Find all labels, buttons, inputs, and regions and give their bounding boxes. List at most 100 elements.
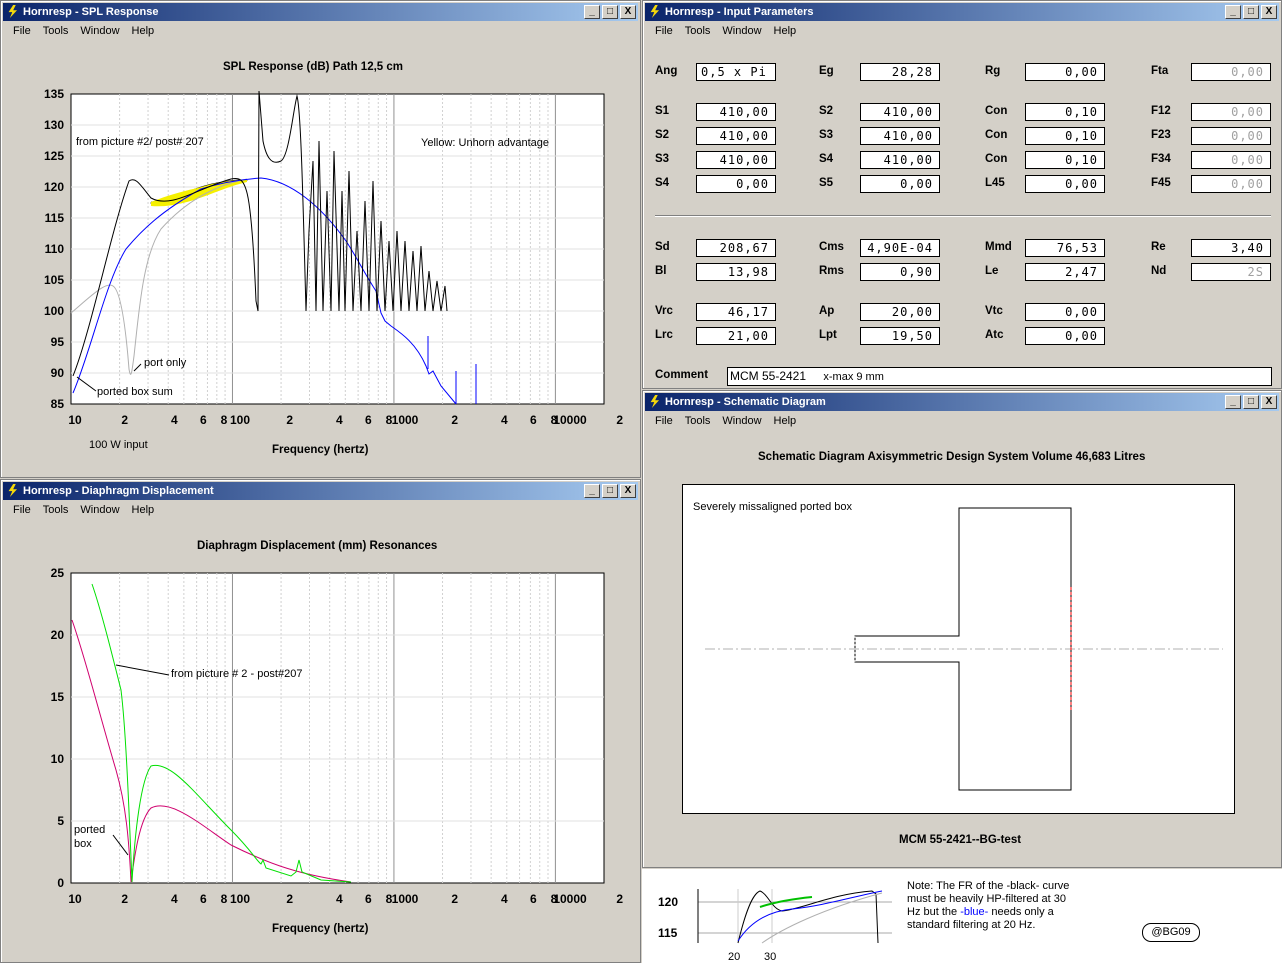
maximize-button[interactable]: □ (1243, 5, 1259, 19)
param-field-f45[interactable]: 0,00 (1191, 175, 1271, 193)
param-field-s3[interactable]: 410,00 (860, 127, 940, 145)
spl-response-window: Hornresp - SPL Response _ □ X File Tools Win… (0, 0, 641, 478)
param-field-l45[interactable]: 0,00 (1025, 175, 1105, 193)
param-field-s4[interactable]: 0,00 (696, 175, 776, 193)
maximize-button[interactable]: □ (1243, 395, 1259, 409)
param-label-f34: F34 (1151, 153, 1171, 165)
menu-tools[interactable]: Tools (37, 22, 75, 40)
annotation-box: box (74, 838, 92, 850)
close-button[interactable]: X (1261, 395, 1277, 409)
param-field-ap[interactable]: 20,00 (860, 303, 940, 321)
y-tick-label: 130 (44, 118, 64, 132)
menu-window[interactable]: Window (74, 22, 125, 40)
param-field-rms[interactable]: 0,90 (860, 263, 940, 281)
param-field-con[interactable]: 0,10 (1025, 103, 1105, 121)
minimize-button[interactable]: _ (1225, 395, 1241, 409)
param-field-vrc[interactable]: 46,17 (696, 303, 776, 321)
menu-file[interactable]: File (7, 22, 37, 40)
param-label-vrc: Vrc (655, 305, 673, 317)
annotation-picture: from picture # 2 - post#207 (171, 668, 303, 680)
minimize-button[interactable]: _ (584, 484, 600, 498)
param-label-mmd: Mmd (985, 241, 1012, 253)
param-field-s2[interactable]: 410,00 (860, 103, 940, 121)
menu-tools[interactable]: Tools (679, 412, 717, 430)
menu-file[interactable]: File (649, 412, 679, 430)
param-field-f34[interactable]: 0,00 (1191, 151, 1271, 169)
menu-window[interactable]: Window (74, 501, 125, 519)
x-tick-label: 4 (501, 413, 508, 427)
menu-help[interactable]: Help (126, 22, 161, 40)
menubar: File Tools Window Help (3, 22, 638, 40)
menu-tools[interactable]: Tools (679, 22, 717, 40)
param-field-con[interactable]: 0,10 (1025, 127, 1105, 145)
param-field-re[interactable]: 3,40 (1191, 239, 1271, 257)
y-tick-label: 90 (51, 366, 65, 380)
schematic-footer: MCM 55-2421--BG-test (899, 834, 1022, 846)
maximize-button[interactable]: □ (602, 484, 618, 498)
close-button[interactable]: X (1261, 5, 1277, 19)
minimize-button[interactable]: _ (1225, 5, 1241, 19)
param-field-sd[interactable]: 208,67 (696, 239, 776, 257)
param-field-ang[interactable]: 0,5 x Pi (696, 63, 776, 81)
y-tick-label: 115 (45, 211, 65, 225)
x-tick-label: 10 (68, 413, 82, 427)
param-field-atc[interactable]: 0,00 (1025, 327, 1105, 345)
param-field-s1[interactable]: 410,00 (696, 103, 776, 121)
spl-titlebar[interactable]: Hornresp - SPL Response _ □ X (3, 3, 638, 21)
param-label-rg: Rg (985, 65, 1001, 77)
param-label-re: Re (1151, 241, 1166, 253)
param-field-s3[interactable]: 410,00 (696, 151, 776, 169)
param-field-cms[interactable]: 4,90E-04 (860, 239, 940, 257)
menu-help[interactable]: Help (126, 501, 161, 519)
maximize-button[interactable]: □ (602, 5, 618, 19)
schematic-titlebar[interactable]: Hornresp - Schematic Diagram _ □ X (645, 393, 1279, 411)
param-field-f12[interactable]: 0,00 (1191, 103, 1271, 121)
param-field-le[interactable]: 2,47 (1025, 263, 1105, 281)
param-field-rg[interactable]: 0,00 (1025, 63, 1105, 81)
menu-help[interactable]: Help (768, 412, 803, 430)
menu-file[interactable]: File (649, 22, 679, 40)
minimize-button[interactable]: _ (584, 5, 600, 19)
menubar: File Tools Window Help (645, 412, 1279, 430)
close-button[interactable]: X (620, 5, 636, 19)
y-tick-label: 125 (44, 149, 64, 163)
param-label-f23: F23 (1151, 129, 1171, 141)
close-button[interactable]: X (620, 484, 636, 498)
menu-file[interactable]: File (7, 501, 37, 519)
param-label-lrc: Lrc (655, 329, 673, 341)
x-tick-label: 6 (530, 413, 537, 427)
note-line-3: Hz but the -blue- needs only a (907, 906, 1069, 919)
param-field-vtc[interactable]: 0,00 (1025, 303, 1105, 321)
param-field-bl[interactable]: 13,98 (696, 263, 776, 281)
displacement-chart: 2520151050 10 2 4 6 8 100 2 4 6 8 1000 2 4 6 810000 2 (51, 566, 624, 906)
param-field-lpt[interactable]: 19,50 (860, 327, 940, 345)
param-field-f23[interactable]: 0,00 (1191, 127, 1271, 145)
menubar: File Tools Window Help (645, 22, 1279, 40)
x-tick-label: 2 (121, 892, 128, 906)
note-y-115: 115 (658, 926, 678, 940)
y-tick-label: 5 (57, 814, 64, 828)
comment-field[interactable]: MCM 55-2421 x-max 9 mm (727, 367, 1272, 386)
menu-help[interactable]: Help (768, 22, 803, 40)
param-field-fta[interactable]: 0,00 (1191, 63, 1271, 81)
disp-titlebar[interactable]: Hornresp - Diaphragm Displacement _ □ X (3, 482, 638, 500)
param-label-f12: F12 (1151, 105, 1171, 117)
x-tick-label: 6 (365, 413, 372, 427)
param-field-s5[interactable]: 0,00 (860, 175, 940, 193)
param-field-con[interactable]: 0,10 (1025, 151, 1105, 169)
menu-window[interactable]: Window (716, 22, 767, 40)
note-x-30: 30 (764, 951, 777, 963)
displacement-window: Hornresp - Diaphragm Displacement _ □ X Fi… (0, 479, 641, 963)
param-field-eg[interactable]: 28,28 (860, 63, 940, 81)
param-field-lrc[interactable]: 21,00 (696, 327, 776, 345)
param-field-s4[interactable]: 410,00 (860, 151, 940, 169)
param-field-mmd[interactable]: 76,53 (1025, 239, 1105, 257)
param-label-s3: S3 (819, 129, 834, 141)
y-tick-label: 100 (44, 304, 64, 318)
param-field-s2[interactable]: 410,00 (696, 127, 776, 145)
input-titlebar[interactable]: Hornresp - Input Parameters _ □ X (645, 3, 1279, 21)
param-field-nd[interactable]: 2S (1191, 263, 1271, 281)
menu-tools[interactable]: Tools (37, 501, 75, 519)
x-tick-label: 4 (336, 413, 343, 427)
menu-window[interactable]: Window (716, 412, 767, 430)
